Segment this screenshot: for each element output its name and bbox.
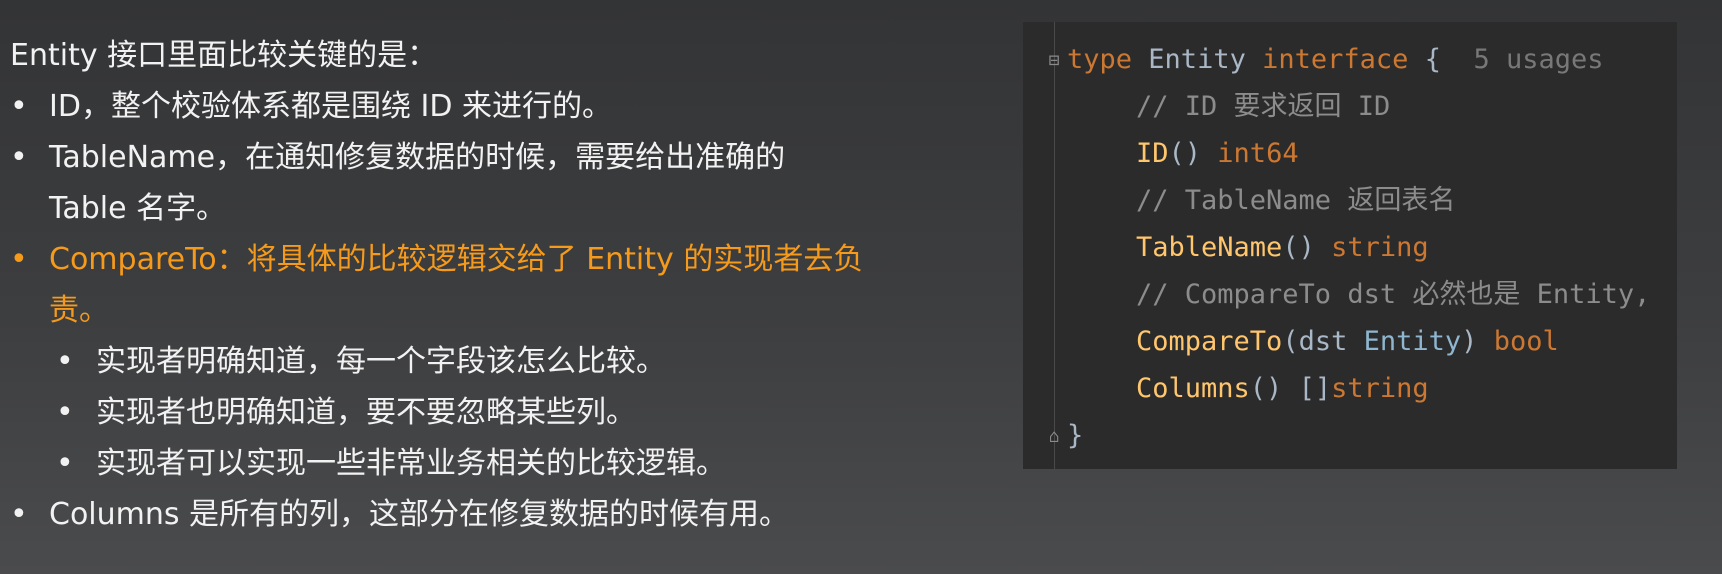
open-brace: { xyxy=(1424,44,1441,75)
method-id: ID xyxy=(1136,138,1169,169)
code-line-1: type Entity interface { 5 usages xyxy=(1067,36,1604,83)
bullet-list: ID，整个校验体系都是围绕 ID 来进行的。 TableName，在通知修复数据… xyxy=(10,81,890,540)
return-type: string xyxy=(1331,232,1429,263)
bullet-id: ID，整个校验体系都是围绕 ID 来进行的。 xyxy=(10,81,890,132)
sub-bullet-item: 实现者明确知道，每一个字段该怎么比较。 xyxy=(10,336,890,387)
method-tablename: TableName xyxy=(1136,232,1283,263)
return-type: bool xyxy=(1493,326,1559,357)
bullet-columns: Columns 是所有的列，这部分在修复数据的时候有用。 xyxy=(10,489,890,540)
bullet-tablename-text: TableName，在通知修复数据的时候，需要给出准确的 Table 名字。 xyxy=(49,140,786,226)
comment-compareto: // CompareTo dst 必然也是 Entity, xyxy=(1136,279,1651,310)
code-line-8: Columns() []string xyxy=(1136,365,1429,412)
intro-heading: Entity 接口里面比较关键的是： xyxy=(10,38,438,73)
comment-id: // ID 要求返回 ID xyxy=(1136,91,1391,122)
slide-text-block: Entity 接口里面比较关键的是： ID，整个校验体系都是围绕 ID 来进行的… xyxy=(10,30,890,540)
code-line-4: // TableName 返回表名 xyxy=(1136,177,1455,224)
interface-name: Entity xyxy=(1148,44,1246,75)
keyword-interface: interface xyxy=(1262,44,1409,75)
bullet-columns-text: Columns 是所有的列，这部分在修复数据的时候有用。 xyxy=(49,497,790,532)
close-brace: } xyxy=(1067,420,1084,451)
keyword-type: type xyxy=(1067,44,1133,75)
comment-tablename: // TableName 返回表名 xyxy=(1136,185,1456,216)
bullet-compareto-text: CompareTo：将具体的比较逻辑交给了 Entity 的实现者去负责。 xyxy=(49,242,864,328)
sub-bullets-container: 实现者明确知道，每一个字段该怎么比较。 实现者也明确知道，要不要忽略某些列。 实… xyxy=(10,336,890,489)
fold-end-icon[interactable]: ⌂ xyxy=(1044,427,1064,447)
code-line-3: ID() int64 xyxy=(1136,130,1299,177)
return-type: string xyxy=(1331,373,1429,404)
close-paren: ) xyxy=(1461,326,1478,357)
sub-bullet-item: 实现者可以实现一些非常业务相关的比较逻辑。 xyxy=(10,438,890,489)
parens: () xyxy=(1249,373,1283,404)
sub-bullet-list: 实现者明确知道，每一个字段该怎么比较。 实现者也明确知道，要不要忽略某些列。 实… xyxy=(10,336,890,489)
param-type: Entity xyxy=(1363,326,1462,357)
parens: () xyxy=(1282,232,1315,263)
slice-brackets: [] xyxy=(1298,373,1332,404)
code-line-6: // CompareTo dst 必然也是 Entity, xyxy=(1136,271,1650,318)
code-line-5: TableName() string xyxy=(1136,224,1429,271)
fold-collapse-icon[interactable]: ⊟ xyxy=(1044,51,1064,71)
code-editor-panel: ⊟ ⌂ type Entity interface { 5 usages // … xyxy=(1023,22,1677,469)
return-type: int64 xyxy=(1217,138,1299,169)
parens: () xyxy=(1168,138,1202,169)
code-line-9: } xyxy=(1067,412,1083,459)
bullet-tablename: TableName，在通知修复数据的时候，需要给出准确的 Table 名字。 xyxy=(10,132,869,234)
usages-hint[interactable]: 5 usages xyxy=(1473,44,1603,75)
bullet-compareto: CompareTo：将具体的比较逻辑交给了 Entity 的实现者去负责。 xyxy=(10,234,869,336)
open-paren: ( xyxy=(1282,326,1299,357)
param-dst: dst xyxy=(1298,326,1348,357)
code-line-7: CompareTo(dst Entity) bool xyxy=(1136,318,1559,365)
gutter-fold-line xyxy=(1054,22,1055,469)
code-line-2: // ID 要求返回 ID xyxy=(1136,83,1390,130)
method-columns: Columns xyxy=(1136,373,1250,404)
sub-bullet-item: 实现者也明确知道，要不要忽略某些列。 xyxy=(10,387,890,438)
method-compareto: CompareTo xyxy=(1136,326,1283,357)
bullet-id-text: ID，整个校验体系都是围绕 ID 来进行的。 xyxy=(49,89,612,124)
